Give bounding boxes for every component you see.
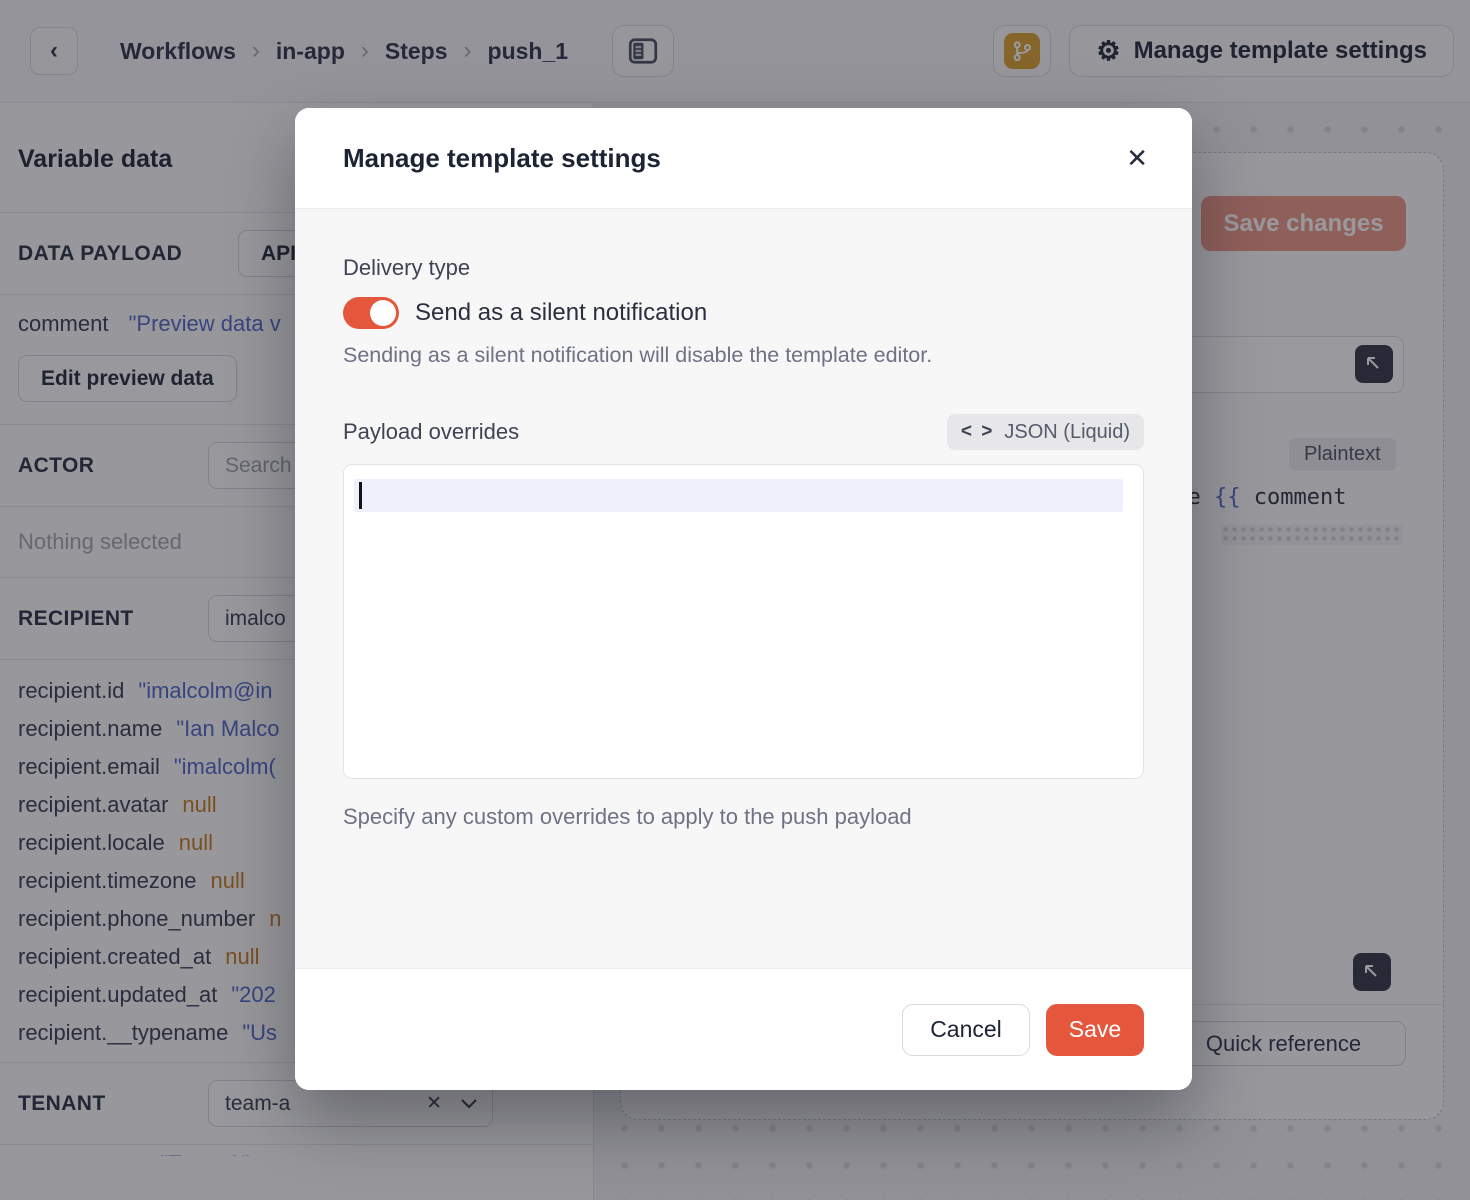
toggle-knob <box>370 300 396 326</box>
modal-header: Manage template settings ✕ <box>295 108 1192 209</box>
json-liquid-label: JSON (Liquid) <box>1004 421 1130 444</box>
text-cursor <box>359 482 362 509</box>
payload-overrides-editor[interactable] <box>343 464 1144 779</box>
json-liquid-chip: < > JSON (Liquid) <box>947 414 1144 450</box>
silent-notification-label: Send as a silent notification <box>415 299 707 327</box>
payload-overrides-help-text: Specify any custom overrides to apply to… <box>343 804 1144 830</box>
close-icon[interactable]: ✕ <box>1126 145 1148 171</box>
silent-notification-toggle[interactable] <box>343 297 399 329</box>
code-brackets-icon: < > <box>961 421 994 443</box>
delivery-type-help-text: Sending as a silent notification will di… <box>343 343 1144 368</box>
payload-overrides-header: Payload overrides < > JSON (Liquid) <box>343 414 1144 450</box>
payload-overrides-label: Payload overrides <box>343 419 519 445</box>
editor-active-line <box>354 479 1123 512</box>
modal-body: Delivery type Send as a silent notificat… <box>295 209 1192 968</box>
cancel-button[interactable]: Cancel <box>902 1004 1030 1056</box>
delivery-type-label: Delivery type <box>343 255 1144 281</box>
manage-template-settings-modal: Manage template settings ✕ Delivery type… <box>295 108 1192 1090</box>
app-window: ‹ Workflows › in-app › Steps › push_1 <box>0 0 1470 1200</box>
modal-title: Manage template settings <box>343 143 661 174</box>
silent-notification-row: Send as a silent notification <box>343 297 1144 329</box>
modal-footer: Cancel Save <box>295 968 1192 1090</box>
save-button[interactable]: Save <box>1046 1004 1144 1056</box>
